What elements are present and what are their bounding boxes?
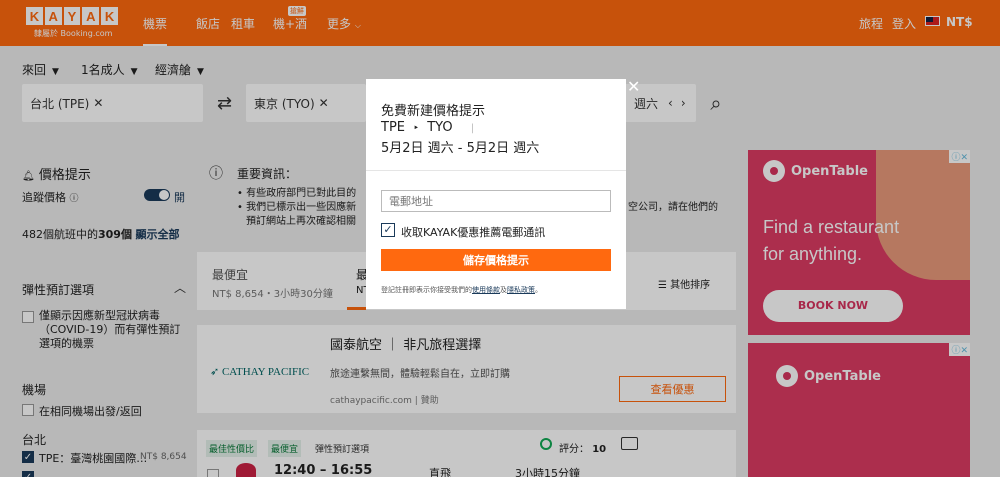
price-alert-modal: 免費新建價格提示 TPE ‣ TYO | 5月2日 週六 - 5月2日 週六 電… bbox=[366, 79, 626, 309]
modal-route: TPE ‣ TYO | bbox=[381, 120, 474, 135]
route-separator: | bbox=[470, 123, 475, 134]
newsletter-checkbox[interactable]: ✓ bbox=[381, 223, 395, 237]
privacy-link[interactable]: 隱私政策 bbox=[507, 286, 535, 294]
legal-and: 及 bbox=[500, 286, 507, 294]
modal-dates: 5月2日 週六 - 5月2日 週六 bbox=[381, 141, 540, 156]
modal-divider bbox=[366, 170, 626, 171]
route-arrow-icon: ‣ bbox=[413, 123, 420, 134]
close-icon[interactable]: ✕ bbox=[627, 77, 640, 96]
route-to: TYO bbox=[427, 120, 453, 135]
save-alert-button[interactable]: 儲存價格提示 bbox=[381, 249, 611, 271]
newsletter-label: 收取KAYAK優惠推薦電郵通訊 bbox=[401, 226, 546, 239]
legal-end: 。 bbox=[535, 286, 542, 294]
terms-link[interactable]: 使用條款 bbox=[472, 286, 500, 294]
email-input[interactable]: 電郵地址 bbox=[381, 190, 611, 212]
legal-prefix: 登記註冊即表示你接受我們的 bbox=[381, 286, 472, 294]
modal-title: 免費新建價格提示 bbox=[381, 104, 486, 119]
route-from: TPE bbox=[381, 120, 405, 135]
legal-text: 登記註冊即表示你接受我們的使用條款及隱私政策。 bbox=[381, 285, 542, 295]
